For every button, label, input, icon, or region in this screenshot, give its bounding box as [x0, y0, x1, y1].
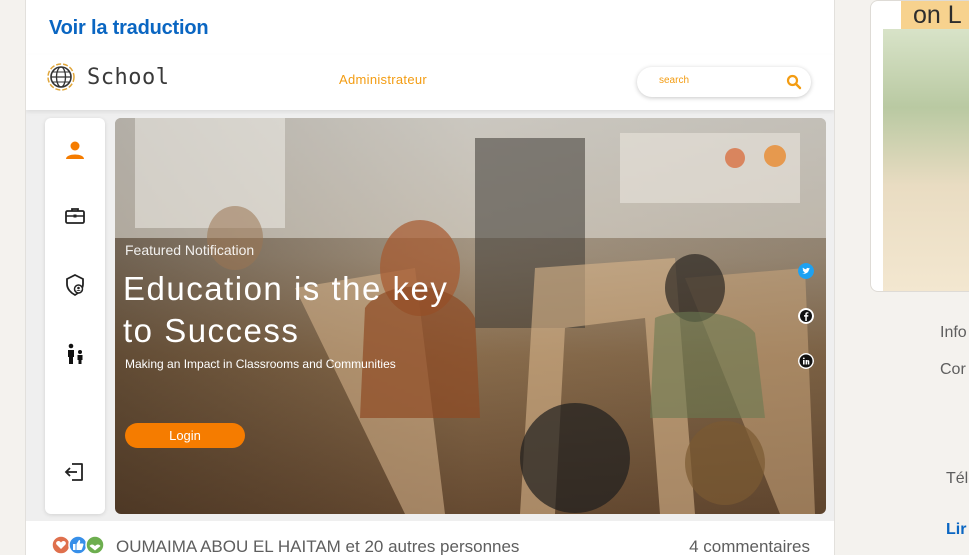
hero-title-line-1: Education is the key [123, 270, 449, 307]
footer-link-download[interactable]: Télé [946, 470, 969, 488]
reactions-summary[interactable]: OUMAIMA ABOU EL HAITAM et 20 autres pers… [116, 537, 519, 555]
logout-icon[interactable] [63, 460, 87, 484]
twitter-icon[interactable] [798, 263, 814, 279]
promo-card[interactable]: on L [870, 0, 969, 292]
briefcase-icon[interactable] [63, 204, 87, 228]
shield-user-icon[interactable] [63, 273, 87, 297]
hero-title: Education is the key to Success [123, 268, 523, 352]
linkedin-icon[interactable] [798, 353, 814, 369]
footer-link-lir[interactable]: Lir [946, 521, 966, 539]
role-label: Administrateur [339, 72, 428, 87]
footer-link-cor[interactable]: Cor [940, 361, 966, 379]
facebook-icon[interactable] [798, 308, 814, 324]
search-icon[interactable] [786, 74, 802, 90]
user-icon[interactable] [63, 138, 87, 162]
promo-banner-text: on L [901, 1, 969, 29]
right-rail: on L Info Cor Télé Lir [870, 0, 969, 555]
app-header: School Administrateur [26, 55, 834, 110]
hero-title-line-2: to Success [123, 312, 300, 349]
see-translation-link[interactable]: Voir la traduction [49, 17, 209, 40]
post-card: Voir la traduction School Administrateur [25, 0, 835, 555]
post-image[interactable]: School Administrateur search Featured No… [26, 55, 834, 521]
hero-subtitle: Making an Impact in Classrooms and Commu… [125, 357, 396, 371]
login-button[interactable]: Login [125, 423, 245, 448]
search-input[interactable] [657, 74, 771, 87]
globe-logo-icon [47, 63, 75, 91]
reaction-icons[interactable] [51, 535, 109, 555]
comments-count[interactable]: 4 commentaires [689, 537, 810, 555]
reactions-bar: OUMAIMA ABOU EL HAITAM et 20 autres pers… [26, 521, 834, 555]
hero-kicker: Featured Notification [125, 242, 255, 258]
like-reaction-icon [68, 535, 88, 555]
side-nav [45, 118, 105, 514]
footer-link-info[interactable]: Info [940, 324, 967, 342]
promo-image [883, 29, 969, 291]
support-reaction-icon [85, 535, 105, 555]
love-reaction-icon [51, 535, 71, 555]
search-box[interactable] [637, 67, 811, 97]
hero-banner: Featured Notification Education is the k… [115, 118, 826, 514]
people-icon[interactable] [63, 342, 87, 366]
app-logo-text: School [87, 65, 170, 90]
